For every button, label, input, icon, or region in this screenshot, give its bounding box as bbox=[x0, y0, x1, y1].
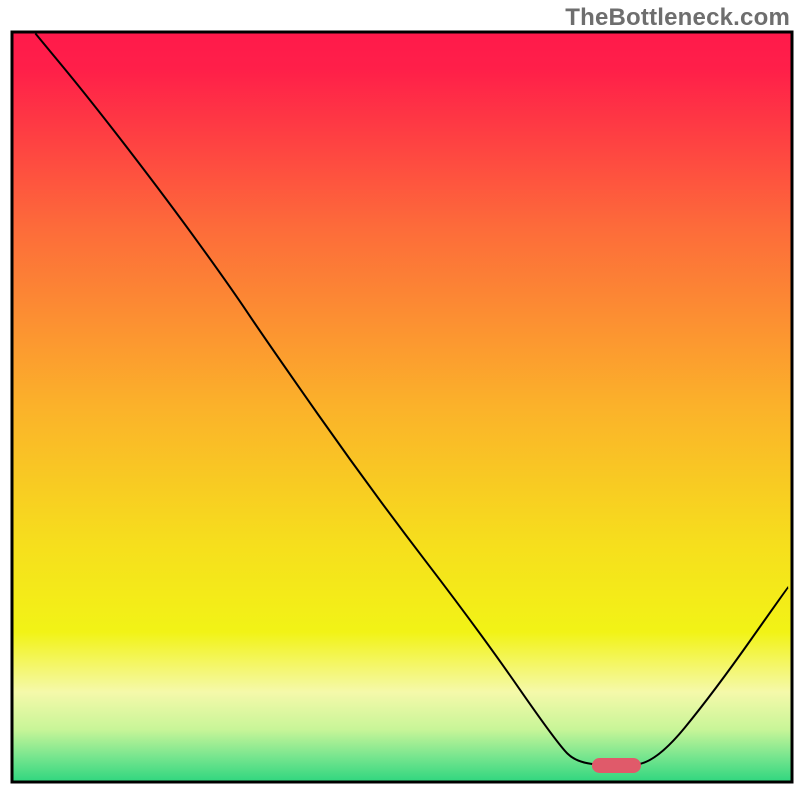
watermark-text: TheBottleneck.com bbox=[565, 4, 790, 32]
chart-svg bbox=[0, 0, 800, 800]
chart-plot-area bbox=[12, 32, 792, 782]
bottleneck-chart: TheBottleneck.com bbox=[0, 0, 800, 800]
chart-marker bbox=[592, 758, 641, 773]
